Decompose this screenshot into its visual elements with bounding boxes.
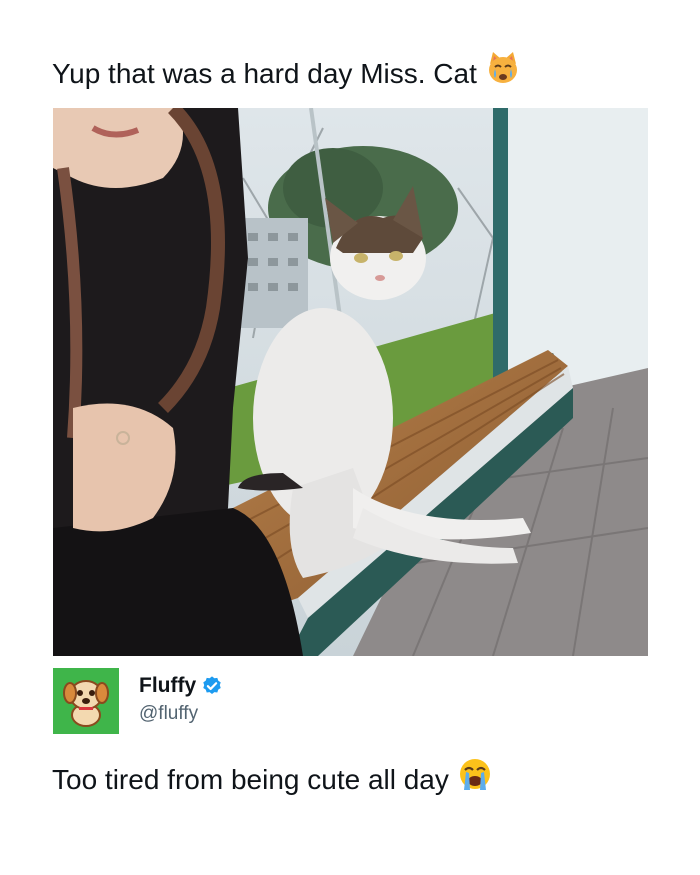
avatar[interactable]: [53, 668, 119, 734]
loudly-crying-face-icon: [457, 756, 493, 803]
post-caption-text: Yup that was a hard day Miss. Cat: [52, 57, 477, 89]
verified-badge-icon: [201, 675, 223, 697]
tweet-photo[interactable]: [53, 108, 648, 656]
author-name[interactable]: Fluffy: [139, 672, 223, 700]
tweet-body: Too tired from being cute all day: [52, 756, 493, 803]
puppy-mascot-icon: [63, 680, 109, 727]
tweet-body-text: Too tired from being cute all day: [52, 763, 449, 795]
tweet-author[interactable]: Fluffy @fluffy: [53, 668, 653, 736]
author-handle[interactable]: @fluffy: [139, 701, 198, 727]
cat-on-bench-photo: [53, 108, 648, 656]
crying-cat-icon: [485, 50, 521, 97]
post-caption: Yup that was a hard day Miss. Cat: [52, 50, 521, 97]
author-name-text[interactable]: Fluffy: [139, 672, 196, 700]
